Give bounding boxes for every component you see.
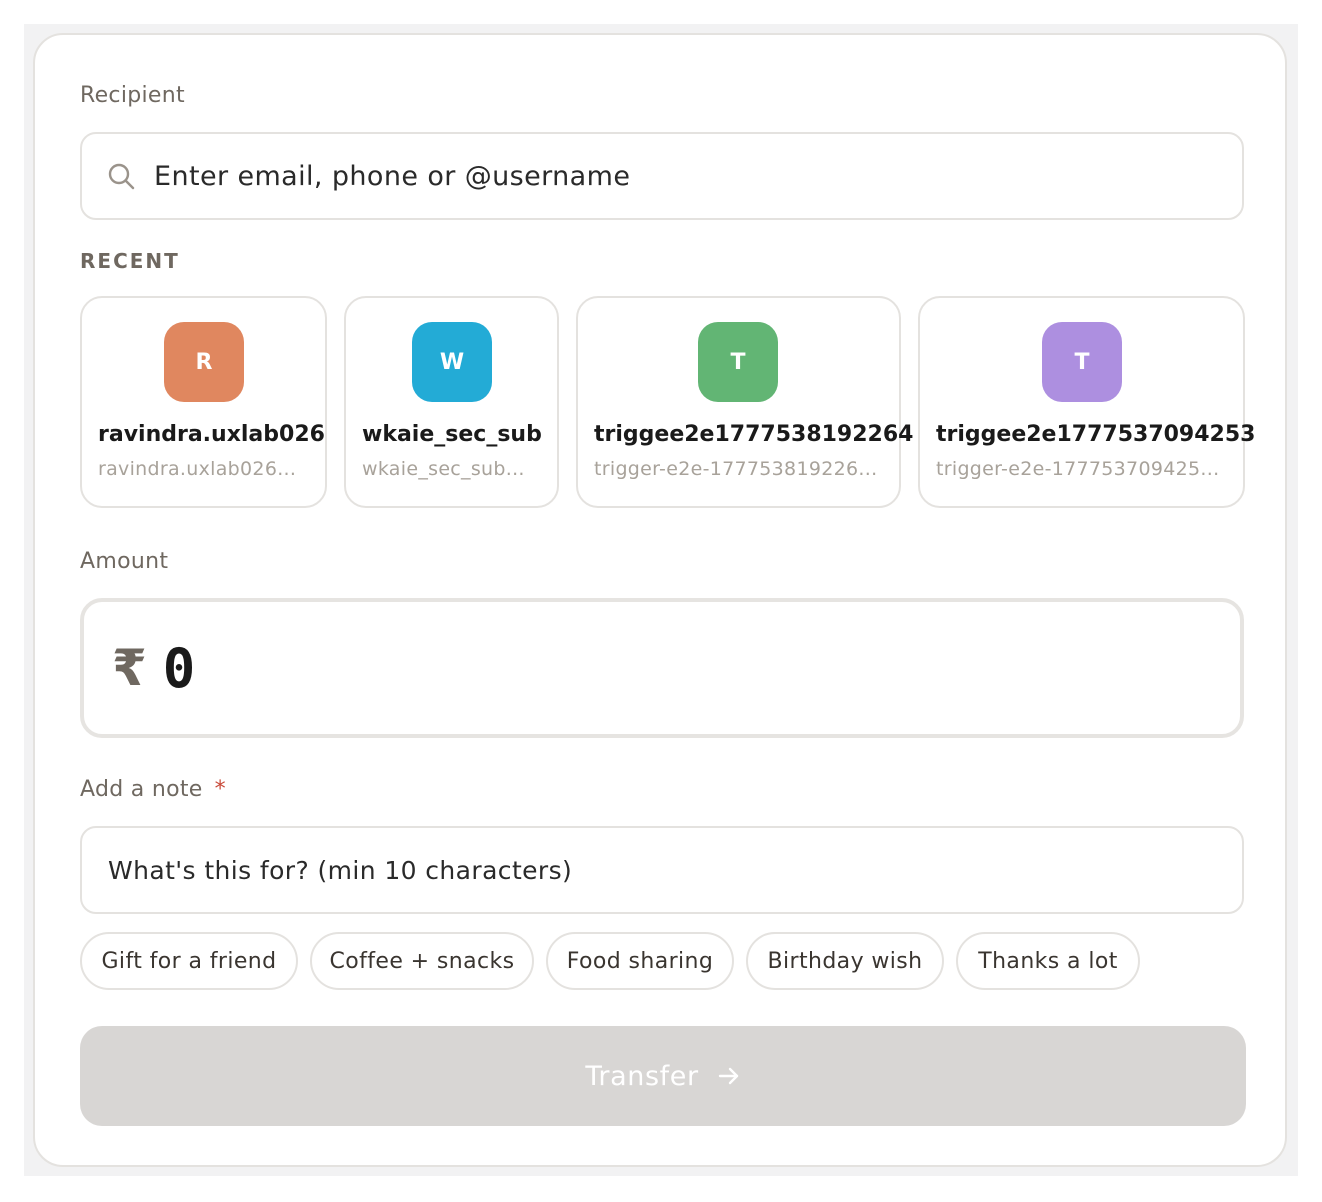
transfer-label: Transfer — [585, 1060, 699, 1092]
note-field[interactable] — [80, 826, 1244, 914]
recipient-name: ravindra.uxlab026 — [98, 422, 325, 447]
recent-recipient-chip[interactable]: T triggee2e1777537094253 trigger-e2e-177… — [918, 296, 1255, 508]
note-suggestion-chip[interactable]: Food sharing — [546, 932, 734, 990]
recent-recipient-chip[interactable]: T triggee2e1777538192264 trigger-e2e-177… — [576, 296, 913, 508]
avatar: W — [412, 322, 492, 402]
recent-recipient-chip[interactable]: R ravindra.uxlab026 ravindra.uxlab026... — [80, 296, 327, 508]
recent-label: RECENT — [80, 249, 180, 273]
recipient-label: Recipient — [80, 83, 185, 108]
transfer-card: Recipient RECENT R ravindra.uxlab026 rav… — [33, 33, 1287, 1167]
recipient-handle: wkaie_sec_sub... — [362, 458, 525, 480]
note-suggestion-chip[interactable]: Birthday wish — [746, 932, 944, 990]
amount-input[interactable]: 0 — [163, 637, 196, 700]
note-suggestion-chip[interactable]: Gift for a friend — [80, 932, 298, 990]
avatar: R — [164, 322, 244, 402]
recipient-search-field[interactable] — [80, 132, 1244, 220]
note-input[interactable] — [106, 854, 1242, 886]
recipient-name: triggee2e1777537094253 — [936, 422, 1256, 447]
search-icon — [108, 163, 135, 190]
recipient-name: triggee2e1777538192264 — [594, 422, 914, 447]
transfer-button[interactable]: Transfer — [80, 1026, 1246, 1126]
recipient-handle: trigger-e2e-177753819226... — [594, 458, 878, 480]
recent-recipient-chip[interactable]: W wkaie_sec_sub wkaie_sec_sub... — [344, 296, 559, 508]
amount-label: Amount — [80, 549, 169, 574]
note-label-text: Add a note — [80, 777, 203, 802]
recipient-name: wkaie_sec_sub — [362, 422, 542, 447]
currency-symbol: ₹ — [112, 639, 147, 697]
required-indicator: * — [214, 777, 226, 802]
avatar: T — [698, 322, 778, 402]
note-label: Add a note * — [80, 777, 226, 802]
amount-field[interactable]: ₹ 0 — [80, 598, 1244, 738]
avatar: T — [1042, 322, 1122, 402]
note-suggestion-chip[interactable]: Thanks a lot — [956, 932, 1140, 990]
recipient-handle: ravindra.uxlab026... — [98, 458, 297, 480]
note-suggestion-chip[interactable]: Coffee + snacks — [310, 932, 534, 990]
recipient-search-input[interactable] — [152, 159, 1242, 193]
arrow-right-icon — [718, 1067, 738, 1085]
recipient-handle: trigger-e2e-177753709425... — [936, 458, 1220, 480]
